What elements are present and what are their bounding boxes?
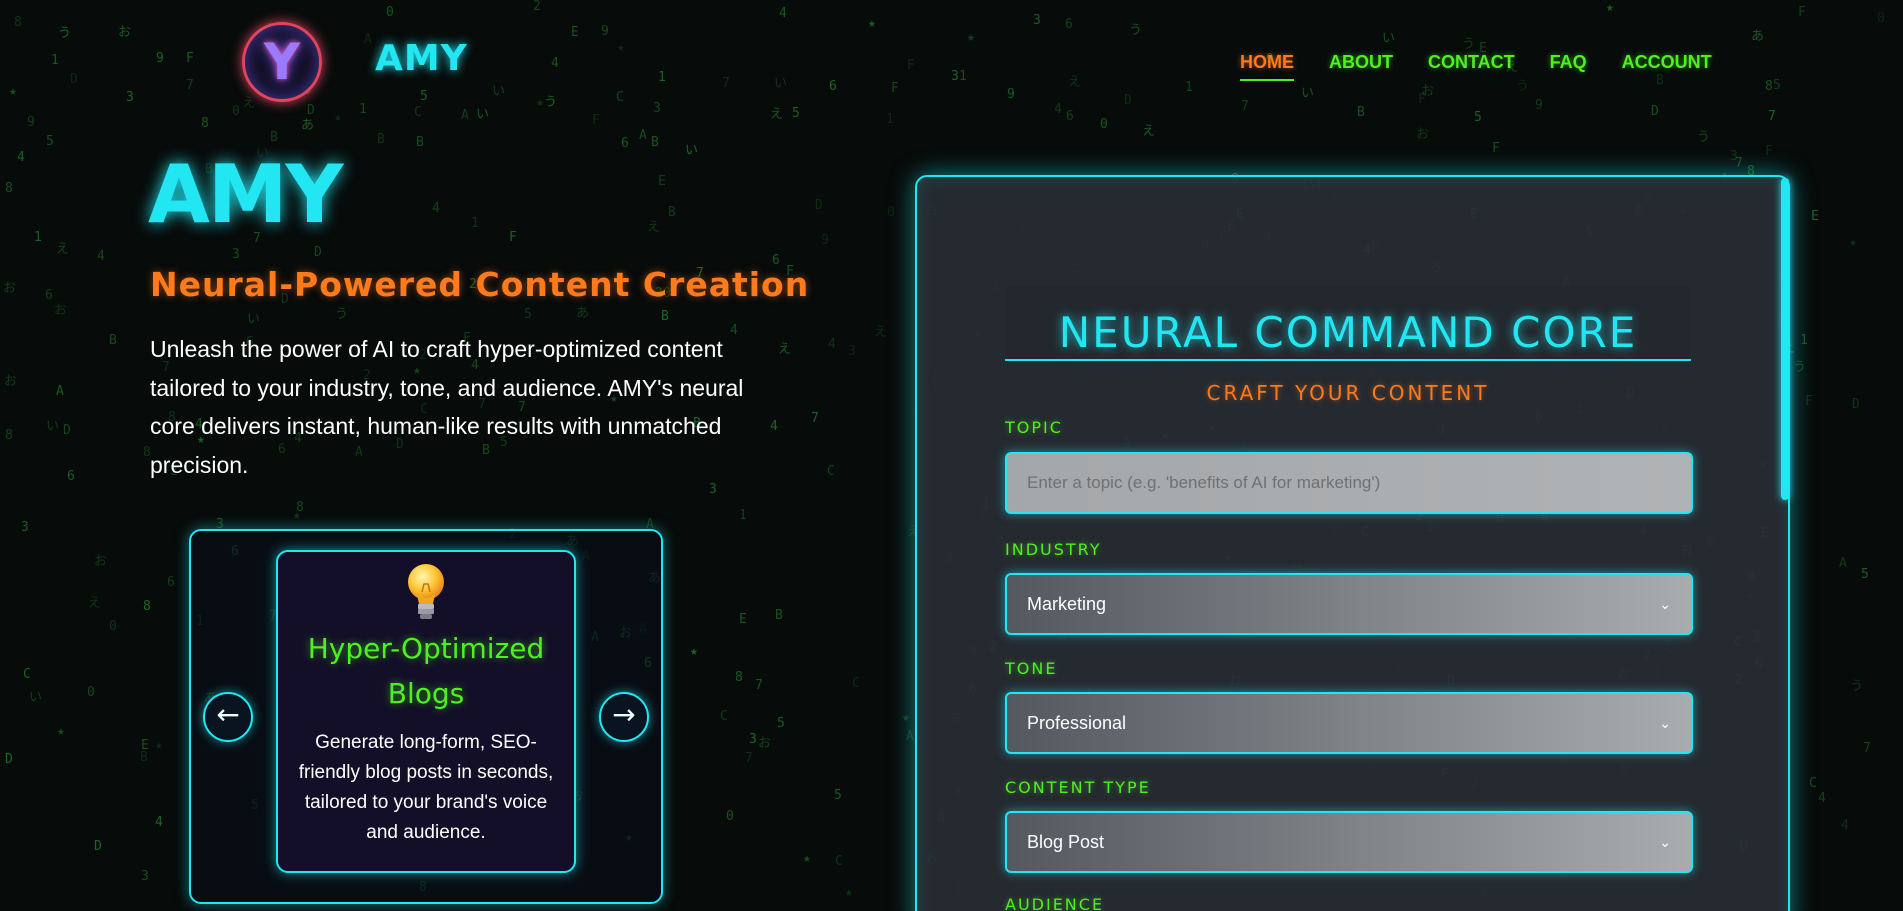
- logo-letter: Y: [263, 33, 301, 91]
- tone-select[interactable]: Professional ⌄: [1005, 692, 1693, 754]
- audience-label: AUDIENCE: [1005, 895, 1105, 911]
- feature-card-title: Hyper-Optimized Blogs: [307, 632, 545, 710]
- hero-subtitle: Neural-Powered Content Creation: [150, 265, 810, 304]
- main-nav: HOME ABOUT CONTACT FAQ ACCOUNT: [1240, 52, 1712, 81]
- panel-subtitle: CRAFT YOUR CONTENT: [1206, 381, 1490, 405]
- nav-account[interactable]: ACCOUNT: [1622, 52, 1712, 81]
- panel-scrollbar[interactable]: [1781, 178, 1789, 500]
- content-type-select[interactable]: Blog Post ⌄: [1005, 811, 1693, 873]
- tone-value: Professional: [1027, 712, 1127, 733]
- nav-home[interactable]: HOME: [1240, 52, 1294, 81]
- nav-contact[interactable]: CONTACT: [1428, 52, 1515, 81]
- logo[interactable]: Y: [242, 22, 322, 102]
- topic-label: TOPIC: [1005, 418, 1063, 437]
- content-type-value: Blog Post: [1027, 831, 1105, 852]
- carousel-prev-button[interactable]: ←: [203, 692, 253, 742]
- industry-value: Marketing: [1027, 593, 1107, 614]
- chevron-down-icon: ⌄: [1659, 714, 1671, 731]
- hero-title: AMY: [148, 148, 343, 241]
- chevron-down-icon: ⌄: [1659, 595, 1671, 612]
- topic-input[interactable]: Enter a topic (e.g. 'benefits of AI for …: [1005, 452, 1693, 514]
- feature-card-description: Generate long-form, SEO-friendly blog po…: [298, 732, 554, 843]
- tone-label: TONE: [1005, 659, 1058, 678]
- nav-faq[interactable]: FAQ: [1550, 52, 1587, 81]
- feature-card: Hyper-Optimized Blogs Generate long-form…: [276, 550, 576, 873]
- brand-name[interactable]: AMY: [375, 38, 468, 79]
- industry-select[interactable]: Marketing ⌄: [1005, 573, 1693, 635]
- chevron-down-icon: ⌄: [1659, 833, 1671, 850]
- panel-title: NEURAL COMMAND CORE: [1058, 308, 1638, 357]
- nav-about[interactable]: ABOUT: [1329, 52, 1393, 81]
- hero-description: Unleash the power of AI to craft hyper-o…: [150, 336, 744, 478]
- industry-label: INDUSTRY: [1005, 540, 1102, 559]
- lightbulb-icon: [408, 564, 444, 619]
- content-type-label: CONTENT TYPE: [1005, 778, 1151, 797]
- topic-placeholder: Enter a topic (e.g. 'benefits of AI for …: [1027, 473, 1381, 492]
- carousel-next-button[interactable]: →: [599, 692, 649, 742]
